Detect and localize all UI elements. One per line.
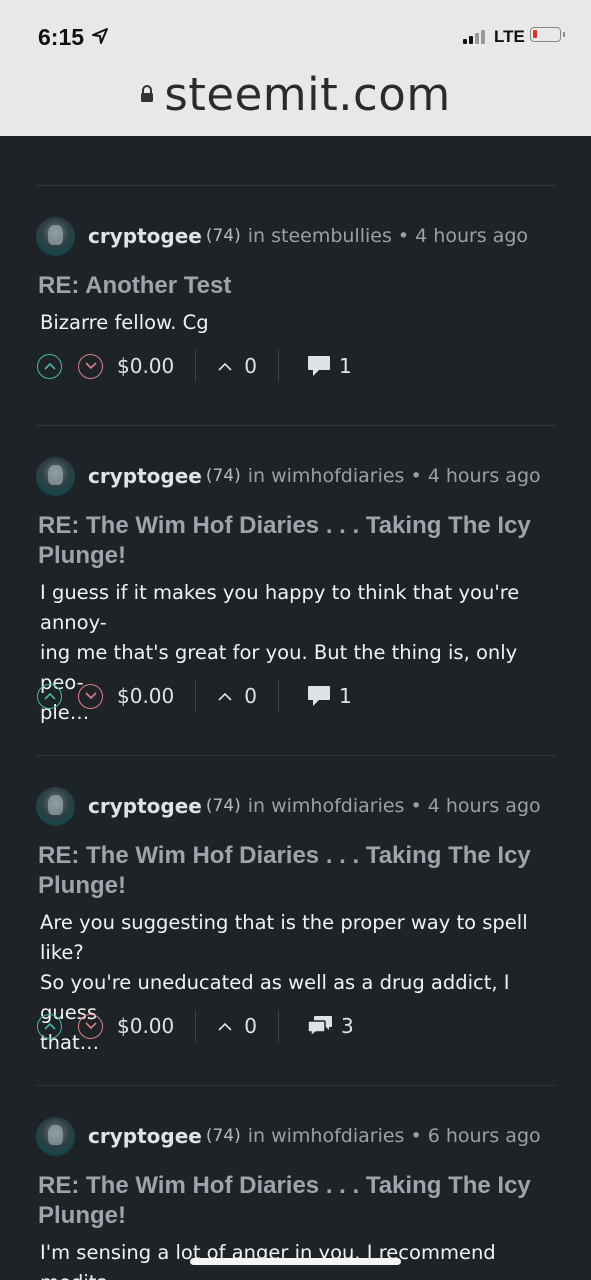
downvote-button[interactable] <box>78 353 103 379</box>
replies-value: 1 <box>339 684 352 708</box>
reputation: (74) <box>205 796 241 816</box>
category-time[interactable]: in wimhofdiaries • 4 hours ago <box>248 795 541 817</box>
vote-count[interactable]: 0 <box>218 1014 257 1038</box>
divider <box>195 350 197 382</box>
downvote-button[interactable] <box>78 1013 103 1039</box>
reputation: (74) <box>205 466 241 486</box>
comment-actions: $0.00 0 1 <box>37 349 352 383</box>
downvote-button[interactable] <box>78 683 103 709</box>
votes-value: 0 <box>244 684 257 708</box>
reputation: (74) <box>205 226 241 246</box>
battery-icon <box>530 27 565 42</box>
comment-title[interactable]: RE: The Wim Hof Diaries . . . Taking The… <box>38 841 558 901</box>
divider <box>278 680 279 712</box>
category-time[interactable]: in steembullies • 4 hours ago <box>248 225 528 247</box>
category-time[interactable]: in wimhofdiaries • 4 hours ago <box>248 465 541 487</box>
comment-actions: $0.00 0 1 <box>37 679 352 713</box>
divider <box>195 680 197 712</box>
comment-meta: cryptogee (74) in wimhofdiaries • 6 hour… <box>36 1116 541 1156</box>
network-type: LTE <box>494 27 525 46</box>
comment-meta: cryptogee (74) in wimhofdiaries • 4 hour… <box>36 786 541 826</box>
replies-value: 3 <box>341 1014 354 1038</box>
comment-actions: $0.00 0 3 <box>37 1009 354 1043</box>
caret-up-icon <box>218 362 232 371</box>
votes-value: 0 <box>244 354 257 378</box>
home-indicator[interactable] <box>190 1258 401 1265</box>
avatar[interactable] <box>36 786 75 826</box>
author-link[interactable]: cryptogee <box>88 464 202 488</box>
upvote-button[interactable] <box>37 1013 62 1039</box>
upvote-button[interactable] <box>37 353 62 379</box>
caret-up-icon <box>218 692 232 701</box>
chevron-down-icon <box>84 692 97 700</box>
comment-title[interactable]: RE: The Wim Hof Diaries . . . Taking The… <box>38 511 558 571</box>
divider <box>36 755 556 756</box>
browser-header: 6:15 LTE steemit.com <box>0 0 591 136</box>
comment-meta: cryptogee (74) in steembullies • 4 hours… <box>36 216 528 256</box>
comment-title[interactable]: RE: The Wim Hof Diaries . . . Taking The… <box>38 1171 558 1231</box>
comment-meta: cryptogee (74) in wimhofdiaries • 4 hour… <box>36 456 541 496</box>
address-bar[interactable]: steemit.com <box>0 68 591 121</box>
lock-icon <box>141 85 154 102</box>
comment-title[interactable]: RE: Another Test <box>38 271 558 301</box>
caret-up-icon <box>218 1022 232 1031</box>
reputation: (74) <box>205 1126 241 1146</box>
author-link[interactable]: cryptogee <box>88 794 202 818</box>
divider <box>36 1085 556 1086</box>
reply-count[interactable]: 1 <box>307 684 352 708</box>
payout-value[interactable]: $0.00 <box>117 684 174 708</box>
author-link[interactable]: cryptogee <box>88 224 202 248</box>
reply-count[interactable]: 1 <box>307 354 352 378</box>
divider <box>278 1010 279 1042</box>
status-time: 6:15 <box>38 24 85 50</box>
comments-icon <box>307 1016 332 1037</box>
chevron-up-icon <box>43 692 56 700</box>
avatar[interactable] <box>36 216 75 256</box>
divider <box>195 1010 197 1042</box>
chevron-up-icon <box>43 362 56 370</box>
upvote-button[interactable] <box>37 683 62 709</box>
category-time[interactable]: in wimhofdiaries • 6 hours ago <box>248 1125 541 1147</box>
partial-vote-icons <box>36 136 116 142</box>
location-arrow-icon <box>92 28 108 44</box>
reply-count[interactable]: 3 <box>307 1014 354 1038</box>
divider <box>36 185 556 186</box>
replies-value: 1 <box>339 354 352 378</box>
url-text: steemit.com <box>164 68 451 121</box>
signal-icon <box>463 30 485 44</box>
comment-icon <box>308 356 330 376</box>
divider <box>36 425 556 426</box>
divider <box>278 350 279 382</box>
votes-value: 0 <box>244 1014 257 1038</box>
comment-feed[interactable]: cryptogee (74) in steembullies • 4 hours… <box>0 136 591 1280</box>
payout-value[interactable]: $0.00 <box>117 354 174 378</box>
avatar[interactable] <box>36 456 75 496</box>
avatar[interactable] <box>36 1116 75 1156</box>
author-link[interactable]: cryptogee <box>88 1124 202 1148</box>
payout-value[interactable]: $0.00 <box>117 1014 174 1038</box>
chevron-down-icon <box>84 362 97 370</box>
vote-count[interactable]: 0 <box>218 684 257 708</box>
chevron-up-icon <box>43 1022 56 1030</box>
vote-count[interactable]: 0 <box>218 354 257 378</box>
comment-icon <box>308 686 330 706</box>
comment-body[interactable]: Bizarre fellow. Cg <box>40 308 555 338</box>
chevron-down-icon <box>84 1022 97 1030</box>
